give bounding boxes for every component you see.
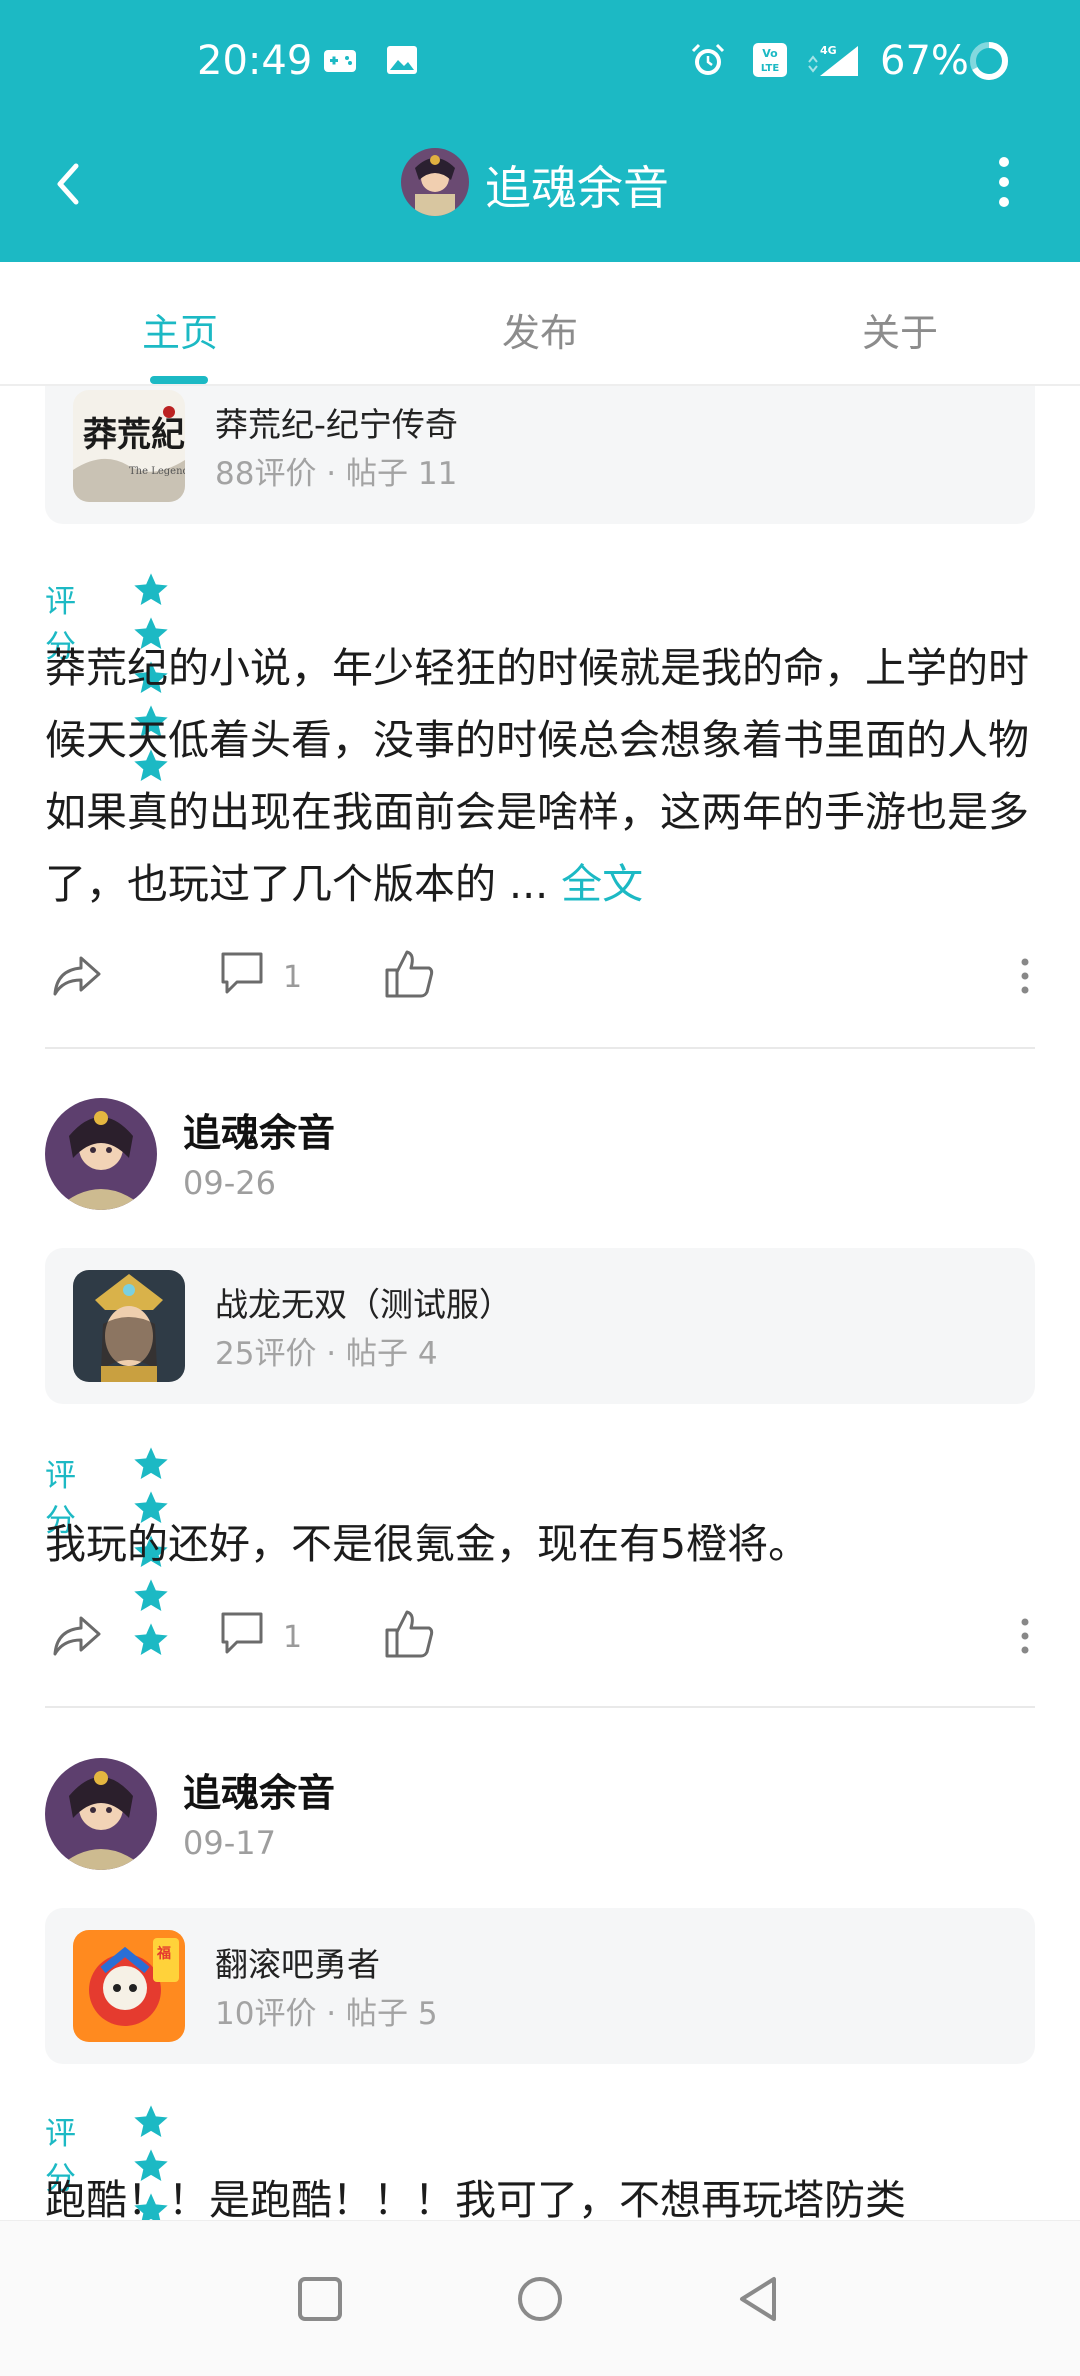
4g-signal-icon: 4G (808, 44, 858, 76)
active-tab-indicator (150, 376, 208, 384)
game-zhan-long-icon (73, 1270, 185, 1382)
post-text-content: 跑酷！！是跑酷！！！我可了，不想再玩塔防类 (45, 2176, 906, 2220)
star-icon (134, 573, 168, 605)
post-text[interactable]: 跑酷！！是跑酷！！！我可了，不想再玩塔防类 (45, 2164, 1040, 2220)
tab-bar: 主页 发布 关于 (0, 262, 1080, 386)
more-vertical-icon[interactable] (980, 150, 1028, 214)
system-nav-bar (0, 2220, 1080, 2376)
status-bar: 20:49 Vo LTE 4G 67% (0, 0, 1080, 124)
post-actions: 1 (45, 1606, 1035, 1676)
comment-count: 1 (283, 1620, 303, 1655)
avatar[interactable] (401, 148, 469, 216)
volte-icon: Vo LTE (753, 43, 787, 77)
svg-text:莽荒紀: 莽荒紀 (83, 415, 185, 455)
tab-home[interactable]: 主页 (142, 302, 218, 357)
game-meta: 88评价 · 帖子 11 (215, 456, 458, 492)
star-icon (134, 1447, 168, 1479)
game-mang-huang-ji-icon: 莽荒紀 The Legend (73, 390, 185, 502)
game-name: 战龙无双（测试服） (215, 1285, 512, 1324)
full-text-link[interactable]: 全文 (561, 860, 643, 908)
game-meta: 10评价 · 帖子 5 (215, 1996, 438, 2032)
post-menu-icon[interactable] (1015, 946, 1035, 1002)
share-icon[interactable] (49, 946, 105, 1002)
post-text[interactable]: 我玩的还好，不是很氪金，现在有5橙将。 (45, 1508, 1040, 1580)
game-icon (324, 50, 356, 72)
star-icon (134, 2105, 168, 2137)
post-actions: 1 (45, 946, 1035, 1016)
home-circle-icon[interactable] (510, 2269, 570, 2329)
tab-about[interactable]: 关于 (862, 302, 938, 357)
post-header: 追魂余音 09-26 (45, 1098, 1035, 1214)
post-date: 09-26 (183, 1164, 276, 1202)
comment-icon[interactable] (217, 946, 267, 1002)
svg-text:The Legend: The Legend (129, 466, 185, 477)
tab-posts[interactable]: 发布 (502, 302, 578, 357)
page-title: 追魂余音 (485, 161, 669, 215)
author-name[interactable]: 追魂余音 (183, 1102, 335, 1157)
game-card[interactable]: 战龙无双（测试服） 25评价 · 帖子 4 (45, 1248, 1035, 1404)
like-icon[interactable] (381, 946, 437, 1002)
svg-text:LTE: LTE (761, 63, 780, 74)
back-triangle-icon[interactable] (730, 2269, 790, 2329)
post-feed[interactable]: 莽荒紀 The Legend 莽荒纪-纪宁传奇 88评价 · 帖子 11 评分 莽… (0, 386, 1080, 2220)
svg-text:福: 福 (156, 1945, 171, 1962)
recents-square-icon[interactable] (290, 2269, 350, 2329)
like-icon[interactable] (381, 1606, 437, 1662)
post-divider (45, 1706, 1035, 1708)
game-meta: 25评价 · 帖子 4 (215, 1336, 438, 1372)
svg-text:4G: 4G (820, 44, 837, 57)
alarm-icon (691, 43, 725, 75)
author-name[interactable]: 追魂余音 (183, 1762, 335, 1817)
post-text-content: 莽荒纪的小说，年少轻狂的时候就是我的命，上学的时候天天低着头看，没事的时候总会想… (45, 644, 1029, 908)
avatar[interactable] (45, 1758, 157, 1870)
post-text-content: 我玩的还好，不是很氪金，现在有5橙将。 (45, 1520, 810, 1568)
game-card[interactable]: 莽荒紀 The Legend 莽荒纪-纪宁传奇 88评价 · 帖子 11 (45, 386, 1035, 524)
game-name: 莽荒纪-纪宁传奇 (215, 405, 458, 444)
post-text[interactable]: 莽荒纪的小说，年少轻狂的时候就是我的命，上学的时候天天低着头看，没事的时候总会想… (45, 632, 1040, 920)
battery-percent: 67% (880, 38, 969, 84)
post-menu-icon[interactable] (1015, 1606, 1035, 1662)
back-chevron-icon[interactable] (40, 154, 100, 214)
post-date: 09-17 (183, 1824, 276, 1862)
avatar[interactable] (45, 1098, 157, 1210)
svg-text:Vo: Vo (762, 47, 778, 60)
game-card[interactable]: 福 翻滚吧勇者 10评价 · 帖子 5 (45, 1908, 1035, 2064)
status-time: 20:49 (197, 38, 313, 84)
post-header: 追魂余音 09-17 (45, 1758, 1035, 1874)
battery-ring-icon (970, 42, 1008, 80)
post-divider (45, 1047, 1035, 1049)
comment-count: 1 (283, 960, 303, 995)
profile-header: 追魂余音 (0, 124, 1080, 262)
image-icon (387, 46, 417, 74)
app-top-bar: 20:49 Vo LTE 4G 67% 追魂余音 (0, 0, 1080, 262)
share-icon[interactable] (49, 1606, 105, 1662)
game-name: 翻滚吧勇者 (215, 1945, 380, 1984)
comment-icon[interactable] (217, 1606, 267, 1662)
game-fan-gun-ba-icon: 福 (73, 1930, 185, 2042)
